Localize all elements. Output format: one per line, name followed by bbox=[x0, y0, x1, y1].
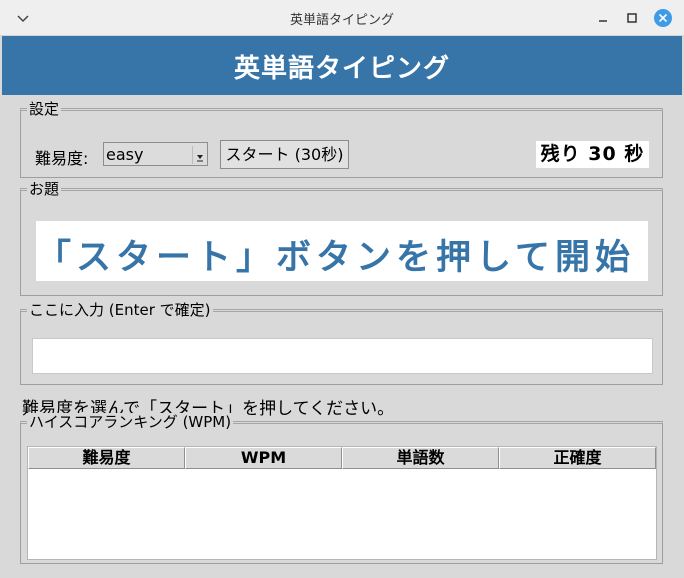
ranking-table[interactable]: 難易度 WPM 単語数 正確度 bbox=[27, 446, 657, 560]
timer-display: 残り 30 秒 bbox=[536, 141, 649, 168]
column-header-accuracy[interactable]: 正確度 bbox=[499, 447, 656, 469]
app-header: 英単語タイピング bbox=[2, 36, 682, 95]
prompt-group: お題 「スタート」ボタンを押して開始 bbox=[20, 180, 663, 296]
close-icon[interactable] bbox=[653, 8, 673, 28]
prompt-box: 「スタート」ボタンを押して開始 bbox=[36, 221, 648, 281]
input-group: ここに入力 (Enter で確定) bbox=[20, 301, 663, 385]
prompt-word: 「スタート」ボタンを押して開始 bbox=[36, 238, 635, 278]
column-header-wpm[interactable]: WPM bbox=[185, 447, 342, 469]
column-header-difficulty[interactable]: 難易度 bbox=[28, 447, 185, 469]
window-title: 英単語タイピング bbox=[289, 13, 394, 28]
dropdown-arrow[interactable] bbox=[192, 146, 206, 164]
input-group-label: ここに入力 (Enter で確定) bbox=[27, 301, 213, 319]
window-titlebar: 英単語タイピング bbox=[0, 0, 684, 36]
settings-group-label: 設定 bbox=[27, 100, 62, 118]
ranking-table-header: 難易度 WPM 単語数 正確度 bbox=[28, 447, 656, 469]
typing-input[interactable] bbox=[32, 338, 653, 374]
maximize-icon[interactable] bbox=[622, 8, 642, 28]
column-header-word-count[interactable]: 単語数 bbox=[342, 447, 499, 469]
prompt-group-label: お題 bbox=[27, 180, 62, 198]
ranking-group-label: ハイスコアランキング (WPM) bbox=[27, 413, 234, 431]
difficulty-select[interactable]: easy bbox=[103, 142, 208, 166]
ranking-group: ハイスコアランキング (WPM) 難易度 WPM 単語数 正確度 bbox=[20, 413, 663, 564]
settings-group: 設定 難易度: easy スタート (30秒) 残り 30 秒 bbox=[20, 100, 663, 178]
difficulty-label: 難易度: bbox=[35, 149, 89, 168]
chevron-down-icon bbox=[197, 155, 203, 162]
page-title: 英単語タイピング bbox=[233, 54, 450, 84]
difficulty-value: easy bbox=[106, 145, 144, 164]
minimize-icon[interactable] bbox=[593, 8, 613, 28]
start-button[interactable]: スタート (30秒) bbox=[220, 140, 349, 169]
